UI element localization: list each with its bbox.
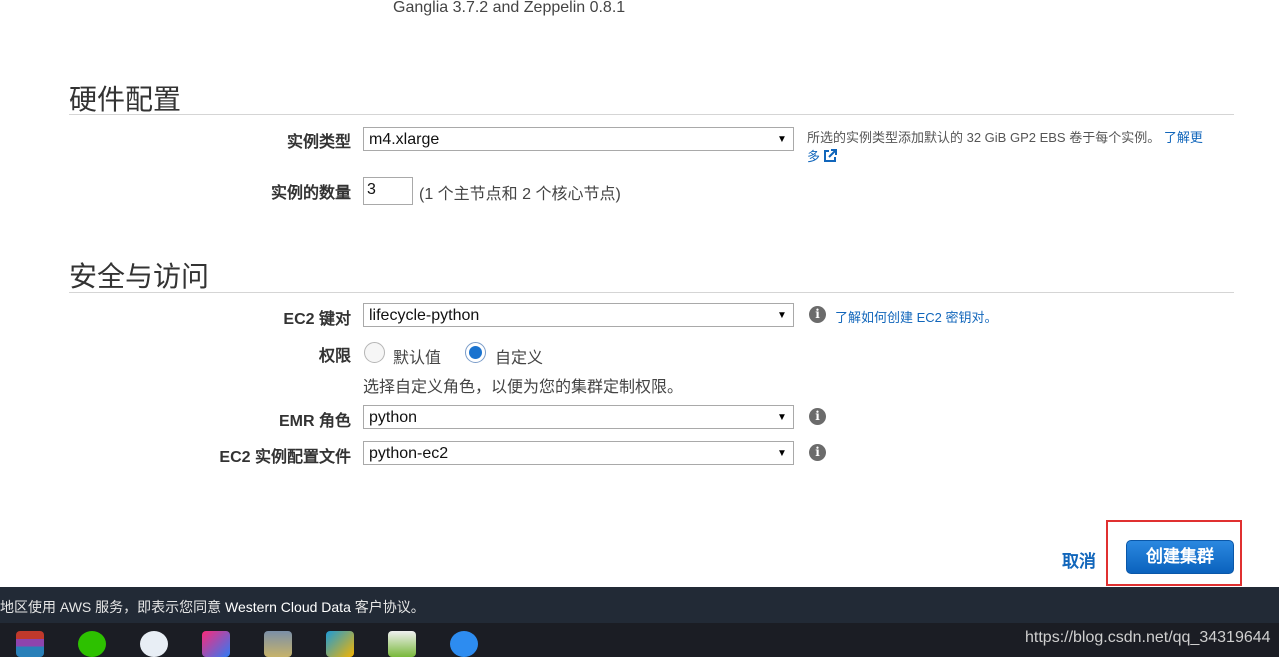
editor-icon[interactable] [388,631,416,657]
info-icon[interactable]: i [809,306,826,323]
key-pair-select[interactable]: lifecycle-python ▼ [363,303,794,327]
dropdown-arrow-icon: ▼ [777,310,787,321]
permission-custom-label[interactable]: 自定义 [495,344,543,368]
intellij-icon[interactable] [202,631,230,657]
create-cluster-button[interactable]: 创建集群 [1126,540,1234,574]
security-section-divider [69,292,1234,293]
external-link-icon [824,149,838,162]
footer-suffix: 客户协议。 [350,599,425,615]
instance-type-label: 实例类型 [286,134,351,151]
vmware-icon[interactable] [326,631,354,657]
instance-type-value: m4.xlarge [369,130,440,148]
permissions-hint: 选择自定义角色，以便为您的集群定制权限。 [363,379,684,396]
emr-role-value: python [369,408,418,426]
image-viewer-icon[interactable] [264,631,292,657]
winrar-icon[interactable] [16,631,44,657]
instance-type-help: 所选的实例类型添加默认的 32 GiB GP2 EBS 卷于每个实例。 了解更多 [807,128,1207,166]
security-section-title: 安全与访问 [69,261,210,292]
key-pair-help-link[interactable]: 了解如何创建 EC2 密钥对。 [835,307,998,326]
instance-count-input[interactable]: 3 [363,177,413,205]
instance-count-hint: (1 个主节点和 2 个核心节点) [419,186,621,203]
dropdown-arrow-icon: ▼ [777,134,787,145]
emr-role-label: EMR 角色 [278,413,351,430]
avatar-app-icon[interactable] [140,631,168,657]
footer-company: Western Cloud Data [225,599,351,615]
instance-type-select[interactable]: m4.xlarge ▼ [363,127,794,151]
instance-type-help-text: 所选的实例类型添加默认的 32 GiB GP2 EBS 卷于每个实例。 [807,130,1161,145]
hardware-section-divider [69,114,1234,115]
instance-count-label: 实例的数量 [270,185,351,202]
dropdown-arrow-icon: ▼ [777,412,787,423]
footer-prefix: 地区使用 AWS 服务，即表示您同意 [0,599,226,615]
cancel-button[interactable]: 取消 [1062,547,1096,572]
instance-profile-select[interactable]: python-ec2 ▼ [363,441,794,465]
instance-profile-value: python-ec2 [369,444,449,462]
emr-role-select[interactable]: python ▼ [363,405,794,429]
permission-default-radio[interactable] [364,342,385,363]
instance-profile-label: EC2 实例配置文件 [219,449,351,466]
permission-default-label[interactable]: 默认值 [393,344,441,368]
key-pair-value: lifecycle-python [369,306,480,324]
permission-custom-radio[interactable] [465,342,486,363]
wechat-icon[interactable] [78,631,106,657]
info-icon[interactable]: i [809,408,826,425]
footer-text: 地区使用 AWS 服务，即表示您同意 Western Cloud Data 客户… [0,597,425,617]
dropdown-arrow-icon: ▼ [777,448,787,459]
feishu-icon[interactable] [450,631,478,657]
info-icon[interactable]: i [809,444,826,461]
hardware-section-title: 硬件配置 [69,84,182,115]
key-pair-label: EC2 键对 [283,311,351,328]
watermark: https://blog.csdn.net/qq_34319644 [1025,629,1271,646]
permissions-label: 权限 [318,348,351,365]
top-note: Ganglia 3.7.2 and Zeppelin 0.8.1 [393,0,626,16]
